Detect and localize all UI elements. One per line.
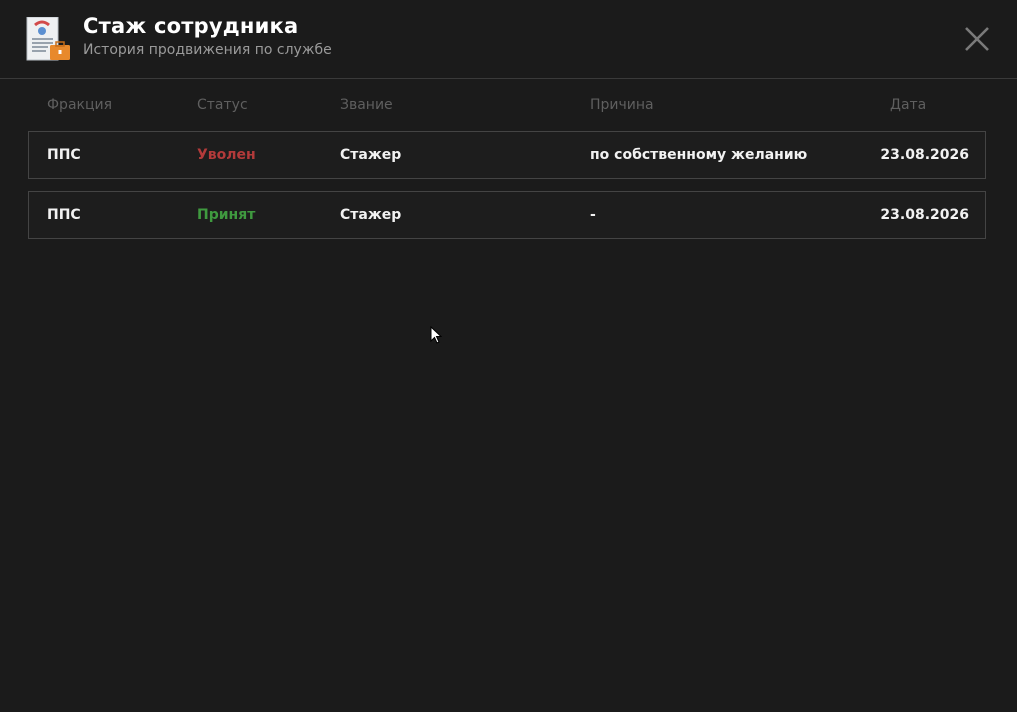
close-icon[interactable] xyxy=(963,25,991,53)
cell-rank: Стажер xyxy=(340,147,402,163)
document-briefcase-icon xyxy=(26,17,70,61)
column-header-date: Дата xyxy=(890,97,927,113)
page-subtitle: История продвижения по службе xyxy=(83,42,332,58)
cell-status: Принят xyxy=(197,207,256,223)
window-header: Стаж сотрудника История продвижения по с… xyxy=(0,0,1017,79)
cell-status: Уволен xyxy=(197,147,256,163)
cell-reason: - xyxy=(590,207,596,223)
cell-rank: Стажер xyxy=(340,207,402,223)
table-row: ППС Принят Стажер - 23.08.2026 xyxy=(28,191,986,239)
cell-date: 23.08.2026 xyxy=(880,147,969,163)
cell-reason: по собственному желанию xyxy=(590,147,808,163)
column-header-faction: Фракция xyxy=(47,97,113,113)
cell-faction: ППС xyxy=(47,147,81,163)
mouse-cursor-icon xyxy=(430,326,442,344)
cell-date: 23.08.2026 xyxy=(880,207,969,223)
page-title: Стаж сотрудника xyxy=(83,14,299,38)
column-header-status: Статус xyxy=(197,97,248,113)
column-header-rank: Звание xyxy=(340,97,393,113)
cell-faction: ППС xyxy=(47,207,81,223)
employee-seniority-window: Стаж сотрудника История продвижения по с… xyxy=(0,0,1017,712)
column-header-reason: Причина xyxy=(590,97,654,113)
table-row: ППС Уволен Стажер по собственному желани… xyxy=(28,131,986,179)
